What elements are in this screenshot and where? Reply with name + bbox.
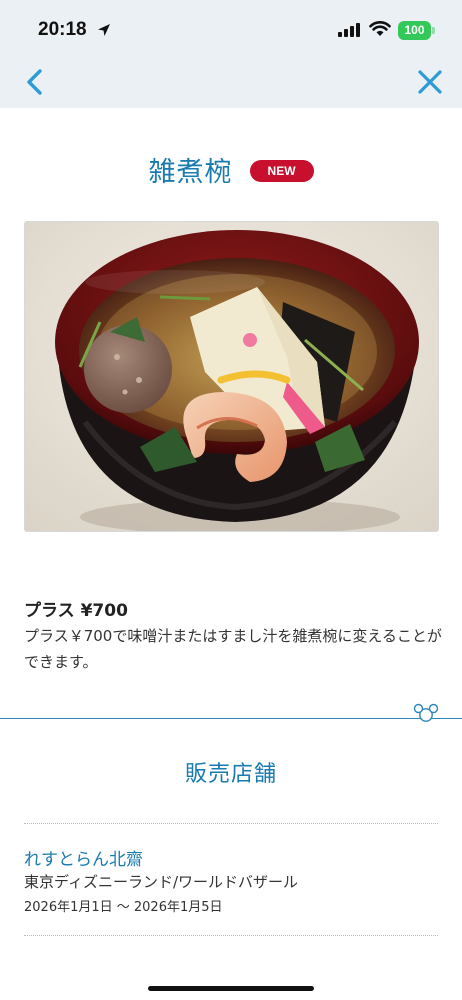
zouni-bowl-image bbox=[25, 222, 438, 531]
shop-dates: 2026年1月1日 〜 2026年1月5日 bbox=[24, 900, 223, 915]
new-badge: NEW bbox=[249, 159, 314, 182]
nav-bar bbox=[0, 56, 462, 108]
item-title-row: 雑煮椀 NEW bbox=[0, 150, 462, 194]
close-button[interactable] bbox=[414, 66, 446, 98]
status-time: 20:18 bbox=[38, 19, 87, 40]
battery-icon: 100 bbox=[398, 21, 431, 40]
item-title: 雑煮椀 bbox=[148, 157, 233, 188]
wifi-icon bbox=[369, 21, 391, 36]
item-photo bbox=[24, 221, 439, 532]
shops-section-title: 販売店舗 bbox=[184, 762, 277, 787]
shop-list-bottom-divider bbox=[24, 935, 438, 936]
mickey-ornament-icon bbox=[413, 703, 439, 722]
shop-location: 東京ディズニーランド/ワールドバザール bbox=[24, 873, 299, 891]
location-arrow-icon bbox=[98, 24, 110, 36]
signal-icon bbox=[338, 23, 360, 37]
shop-list-top-divider bbox=[24, 823, 438, 824]
back-button[interactable] bbox=[20, 66, 50, 98]
shop-name-link[interactable]: れすとらん北齋 bbox=[24, 845, 143, 870]
section-divider bbox=[0, 718, 462, 719]
status-bar: 20:18 100 bbox=[0, 0, 462, 56]
home-indicator[interactable] bbox=[148, 986, 314, 991]
price-heading: プラス ¥700 bbox=[24, 601, 128, 621]
battery-tip bbox=[432, 27, 435, 34]
price-description: プラス￥700で味噌汁またはすまし汁を雑煮椀に変えることができます。 bbox=[24, 627, 442, 671]
close-icon bbox=[418, 70, 442, 94]
chevron-left-icon bbox=[27, 69, 42, 95]
